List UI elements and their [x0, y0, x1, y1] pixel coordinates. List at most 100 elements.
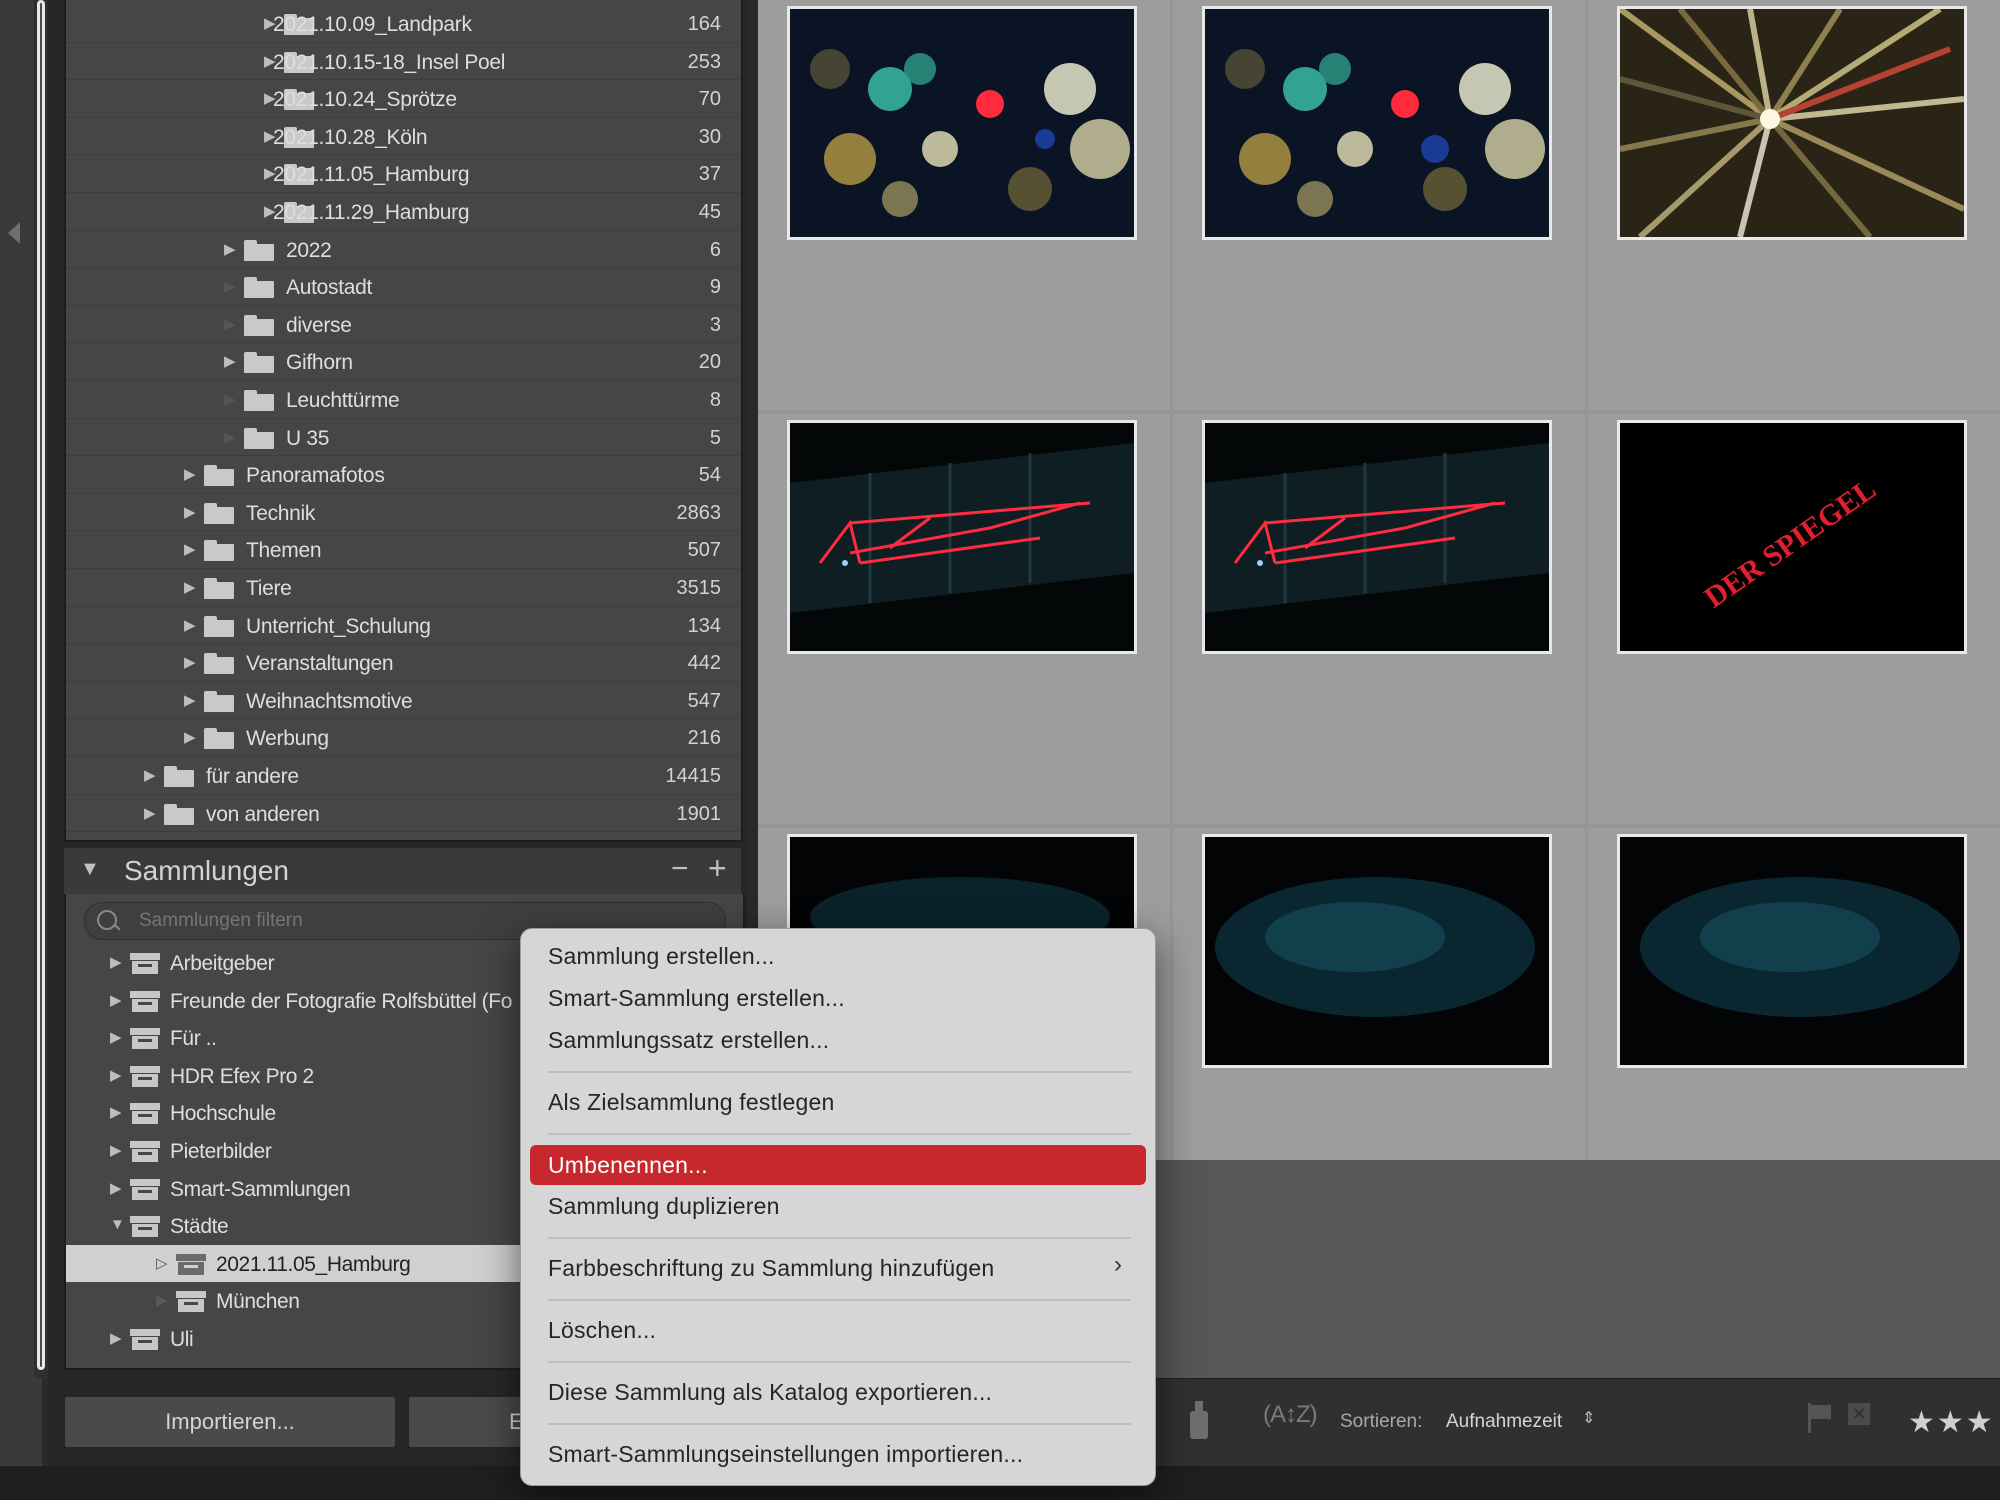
menu-item-delete[interactable]: Löschen...	[548, 1317, 656, 1344]
expand-arrow-icon[interactable]: ▶	[110, 1179, 122, 1197]
thumbnail-image[interactable]	[1617, 834, 1967, 1068]
expand-arrow-icon[interactable]: ▶	[110, 1329, 122, 1347]
folder-row[interactable]: ▶ Werbung 216	[66, 719, 741, 757]
menu-item-export-as-catalog[interactable]: Diese Sammlung als Katalog exportieren..…	[548, 1379, 992, 1406]
spray-can-icon[interactable]	[1188, 1397, 1210, 1441]
expand-arrow-icon[interactable]: ▶	[184, 616, 196, 634]
add-collection-button[interactable]: +	[708, 850, 727, 887]
menu-item-set-target-collection[interactable]: Als Zielsammlung festlegen	[548, 1089, 834, 1116]
reject-flag-icon[interactable]: ✕	[1848, 1403, 1870, 1425]
menu-item-add-color-label[interactable]: Farbbeschriftung zu Sammlung hinzufügen	[548, 1255, 994, 1282]
folder-row[interactable]: ▶ 2021.10.28_Köln 30	[66, 118, 741, 156]
folder-row[interactable]: ▶ 2021.11.29_Hamburg 45	[66, 193, 741, 231]
bokeh-photo	[1205, 9, 1549, 237]
folder-label: Gifhorn	[286, 351, 353, 375]
collections-panel-header[interactable]: ▼ Sammlungen − +	[64, 848, 741, 895]
sort-direction-icon[interactable]: (A↕Z)	[1263, 1401, 1318, 1429]
rating-stars[interactable]: ★★★	[1908, 1405, 1995, 1440]
expand-arrow-icon[interactable]: ▶	[110, 1066, 122, 1084]
expand-arrow-icon[interactable]: ▶	[110, 953, 122, 971]
menu-item-create-collection-set[interactable]: Sammlungssatz erstellen...	[548, 1027, 829, 1054]
expand-arrow-icon[interactable]: ▶	[184, 728, 196, 746]
expand-arrow-icon[interactable]: ▶	[184, 465, 196, 483]
folder-row[interactable]: ▶ 2021.11.05_Hamburg 37	[66, 155, 741, 193]
expand-arrow-icon[interactable]: ▶	[110, 991, 122, 1009]
menu-item-create-smart-collection[interactable]: Smart-Sammlung erstellen...	[548, 985, 845, 1012]
pick-flag-icon[interactable]	[1808, 1403, 1832, 1433]
folder-label: 2022	[286, 238, 332, 262]
folder-row[interactable]: ▶ für andere 14415	[66, 757, 741, 795]
thumbnail-image[interactable]	[1202, 834, 1552, 1068]
collection-label: Hochschule	[170, 1102, 276, 1126]
expand-arrow-icon[interactable]: ▶	[184, 578, 196, 596]
folder-row[interactable]: ▶ von anderen 1901	[66, 795, 741, 833]
expand-arrow-icon[interactable]: ▶	[110, 1028, 122, 1046]
collapse-arrow-icon[interactable]: ▼	[110, 1216, 125, 1233]
folder-row[interactable]: ▶ Weihnachtsmotive 547	[66, 682, 741, 720]
expand-arrow-icon[interactable]: ▶	[110, 1103, 122, 1121]
thumbnail-image[interactable]	[787, 420, 1137, 654]
expand-arrow-icon[interactable]: ▶	[184, 691, 196, 709]
expand-arrow-icon[interactable]: ▶	[184, 653, 196, 671]
folder-row[interactable]: ▶ 2021.10.24_Sprötze 70	[66, 80, 741, 118]
menu-separator	[548, 1071, 1131, 1073]
folder-count: 3515	[676, 577, 722, 599]
folder-row[interactable]: ▶ 2021.10.15-18_Insel Poel 253	[66, 43, 741, 81]
folder-count: 2863	[676, 501, 722, 524]
folder-row[interactable]: ▶ Leuchttürme 8	[66, 381, 741, 419]
folder-row[interactable]: ▶ Autostadt 9	[66, 268, 741, 306]
collapse-triangle-icon[interactable]: ▼	[80, 858, 100, 881]
expand-arrow-icon[interactable]: ▶	[144, 766, 156, 784]
dark-water-photo	[1620, 837, 1964, 1065]
folder-row[interactable]: ▶ Veranstaltungen 442	[66, 644, 741, 682]
menu-item-import-smart-collection-settings[interactable]: Smart-Sammlungseinstellungen importieren…	[548, 1441, 1023, 1468]
expand-arrow-icon[interactable]: ▶	[184, 503, 196, 521]
folder-label: Leuchttürme	[286, 389, 400, 412]
grid-cell[interactable]	[758, 0, 1170, 410]
menu-item-duplicate[interactable]: Sammlung duplizieren	[548, 1193, 780, 1220]
folder-label: diverse	[286, 313, 352, 337]
grid-cell[interactable]	[1173, 0, 1585, 410]
folder-icon	[204, 728, 234, 750]
folder-icon	[244, 277, 274, 299]
grid-cell[interactable]	[1173, 414, 1585, 824]
menu-separator	[548, 1237, 1131, 1239]
scrollbar-thumb[interactable]	[37, 0, 45, 1370]
expand-arrow-icon[interactable]: ▶	[144, 804, 156, 822]
folder-row[interactable]: ▶ Themen 507	[66, 531, 741, 569]
grid-cell[interactable]	[1588, 0, 2000, 410]
thumbnail-image[interactable]	[787, 6, 1137, 240]
sort-select[interactable]: Aufnahmezeit	[1446, 1411, 1562, 1433]
folder-row[interactable]: ▶ diverse 3	[66, 306, 741, 344]
menu-item-create-collection[interactable]: Sammlung erstellen...	[548, 943, 775, 970]
folder-icon	[244, 352, 274, 374]
folder-row[interactable]: ▶ Technik 2863	[66, 494, 741, 532]
thumbnail-image[interactable]: DER SPIEGEL	[1617, 420, 1967, 654]
collection-label: Städte	[170, 1215, 229, 1239]
thumbnail-image[interactable]	[1617, 6, 1967, 240]
grid-cell[interactable]	[758, 414, 1170, 824]
folder-row[interactable]: ▶ Gifhorn 20	[66, 343, 741, 381]
folder-row[interactable]: ▶ 2021.10.09_Landpark 164	[66, 5, 741, 43]
folder-row[interactable]: ▶ Unterricht_Schulung 134	[66, 607, 741, 645]
folder-row[interactable]: ▶ Panoramafotos 54	[66, 456, 741, 494]
folder-row[interactable]: ▶ 2022 6	[66, 231, 741, 269]
left-panel-scrollbar[interactable]	[34, 0, 48, 1378]
folder-count: 5	[709, 426, 721, 449]
folder-row[interactable]: ▶ Tiere 3515	[66, 569, 741, 607]
remove-collection-button[interactable]: −	[671, 852, 689, 886]
thumbnail-image[interactable]	[1202, 6, 1552, 240]
expand-arrow-icon[interactable]: ▶	[184, 540, 196, 558]
expand-arrow-icon[interactable]: ▶	[224, 352, 236, 370]
menu-item-rename[interactable]: Umbenennen...	[530, 1145, 1146, 1185]
import-button[interactable]: Importieren...	[64, 1396, 396, 1448]
folder-count: 9	[709, 276, 721, 299]
collapse-left-panel-icon[interactable]	[8, 222, 20, 244]
grid-cell[interactable]: DER SPIEGEL	[1588, 414, 2000, 824]
thumbnail-image[interactable]	[1202, 420, 1552, 654]
folder-row[interactable]: ▶ U 35 5	[66, 419, 741, 457]
expand-arrow-icon[interactable]: ▶	[224, 240, 236, 258]
sort-chevron-icon[interactable]: ⇕	[1582, 1408, 1595, 1428]
expand-arrow-icon[interactable]: ▷	[156, 1254, 168, 1272]
expand-arrow-icon[interactable]: ▶	[110, 1141, 122, 1159]
